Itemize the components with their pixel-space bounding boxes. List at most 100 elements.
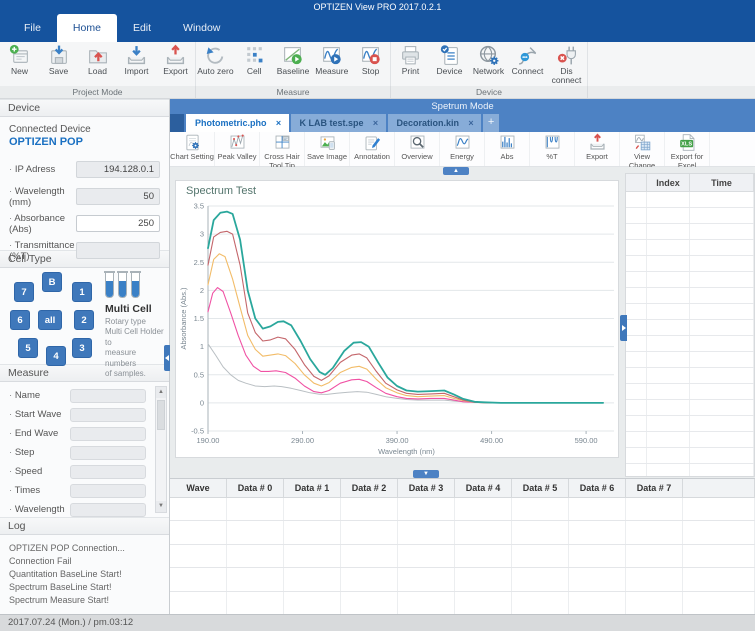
- scroll-down-icon[interactable]: ▼: [156, 501, 166, 512]
- table-row[interactable]: [626, 288, 754, 304]
- new-tab-button[interactable]: +: [483, 114, 499, 132]
- chart-tool-peak-valley[interactable]: Peak Valley: [215, 132, 260, 166]
- measure-field-start-wave[interactable]: [70, 408, 146, 422]
- field-transmittance-t[interactable]: [76, 242, 160, 259]
- ribbon-button-auto-zero[interactable]: Auto zero: [196, 42, 235, 86]
- table-row[interactable]: [170, 498, 755, 521]
- chart-tool-overview[interactable]: Overview: [395, 132, 440, 166]
- ribbon-group-device: PrintDeviceNetworkConnectDis connect: [391, 42, 588, 86]
- table-row[interactable]: [626, 240, 754, 256]
- table-cell: [170, 545, 227, 567]
- table-row[interactable]: [626, 384, 754, 400]
- ribbon-button-import[interactable]: Import: [117, 42, 156, 86]
- chart-tool-t[interactable]: %T: [530, 132, 575, 166]
- collapse-down-handle[interactable]: ▼: [413, 470, 439, 478]
- tab-photometric-pho[interactable]: Photometric.pho×: [186, 114, 289, 132]
- ribbon-button-device[interactable]: Device: [430, 42, 469, 86]
- table-row[interactable]: [626, 304, 754, 320]
- table-row[interactable]: [626, 432, 754, 448]
- table-cell: [626, 545, 683, 567]
- table-row[interactable]: [626, 192, 754, 208]
- cell-button-4[interactable]: 4: [46, 346, 66, 366]
- field-ip-adress[interactable]: 194.128.0.1: [76, 161, 160, 178]
- table-row[interactable]: [626, 464, 754, 477]
- table-row[interactable]: [626, 416, 754, 432]
- chart-tool-export[interactable]: Export: [575, 132, 620, 166]
- collapse-up-handle[interactable]: ▲: [443, 167, 469, 175]
- tab-scroll-button[interactable]: [170, 114, 184, 132]
- close-icon[interactable]: ×: [466, 118, 476, 128]
- table-cell: [626, 208, 647, 223]
- ribbon-button-dis-connect[interactable]: Dis connect: [547, 42, 586, 86]
- panel-collapse-handle[interactable]: [620, 315, 627, 341]
- ribbon-button-baseline[interactable]: Baseline: [274, 42, 313, 86]
- field-wavelength-mm[interactable]: 50: [76, 188, 160, 205]
- tab-k-lab-test-spe[interactable]: K LAB test.spe×: [291, 114, 386, 132]
- ribbon-button-export[interactable]: Export: [156, 42, 195, 86]
- table-row[interactable]: [170, 545, 755, 568]
- spectrum-chart[interactable]: -0.500.511.522.533.5190.00290.00390.0049…: [178, 201, 618, 457]
- measure-field-end-wave[interactable]: [70, 427, 146, 441]
- cell-button-all[interactable]: all: [38, 310, 62, 330]
- cell-button-7[interactable]: 7: [14, 282, 34, 302]
- measure-field-times[interactable]: [70, 484, 146, 498]
- measure-scrollbar[interactable]: ▲ ▼: [155, 386, 167, 513]
- ribbon-button-connect[interactable]: Connect: [508, 42, 547, 86]
- ribbon-button-cell[interactable]: Cell: [235, 42, 274, 86]
- chart-tool-chart-setting[interactable]: Chart Setting: [170, 132, 215, 166]
- menu-item-file[interactable]: File: [8, 14, 57, 42]
- scrollbar-thumb[interactable]: [157, 400, 165, 430]
- menu-item-window[interactable]: Window: [167, 14, 236, 42]
- table-row[interactable]: [626, 448, 754, 464]
- scroll-up-icon[interactable]: ▲: [156, 387, 166, 398]
- table-row[interactable]: [626, 352, 754, 368]
- table-row[interactable]: [626, 400, 754, 416]
- table-row[interactable]: [626, 368, 754, 384]
- table-row[interactable]: [170, 592, 755, 614]
- ribbon-button-print[interactable]: Print: [391, 42, 430, 86]
- index-time-panel[interactable]: IndexTime: [625, 173, 755, 477]
- cell-button-3[interactable]: 3: [72, 338, 92, 358]
- table-row[interactable]: [626, 320, 754, 336]
- ribbon-button-save[interactable]: Save: [39, 42, 78, 86]
- ribbon-button-stop[interactable]: Stop: [351, 42, 390, 86]
- chart-tool-annotation[interactable]: Annotation: [350, 132, 395, 166]
- menu-item-home[interactable]: Home: [57, 14, 117, 42]
- tab-decoration-kin[interactable]: Decoration.kin×: [388, 114, 482, 132]
- table-row[interactable]: [626, 272, 754, 288]
- chart-tool-cross-hair-tool-tip[interactable]: Cross Hair Tool Tip: [260, 132, 305, 166]
- cell-button-1[interactable]: 1: [72, 282, 92, 302]
- export-icon: [164, 43, 187, 67]
- chart-tool-export-for-excel[interactable]: XLSExport for Excel: [665, 132, 710, 166]
- chart-tool-energy[interactable]: Energy: [440, 132, 485, 166]
- chart-tool-save-image[interactable]: Save Image: [305, 132, 350, 166]
- cell-button-2[interactable]: 2: [74, 310, 94, 330]
- table-row[interactable]: [626, 256, 754, 272]
- table-row[interactable]: [170, 568, 755, 591]
- cell-button-5[interactable]: 5: [18, 338, 38, 358]
- wave-data-table[interactable]: WaveData # 0Data # 1Data # 2Data # 3Data…: [170, 478, 755, 614]
- measure-field-wavelength[interactable]: [70, 503, 146, 517]
- close-icon[interactable]: ×: [274, 118, 284, 128]
- cell-button-b[interactable]: B: [42, 272, 62, 292]
- table-row[interactable]: [170, 521, 755, 544]
- field-absorbance-abs[interactable]: 250: [76, 215, 160, 232]
- table-cell: [626, 448, 647, 463]
- measure-field-speed[interactable]: [70, 465, 146, 479]
- table-row[interactable]: [626, 208, 754, 224]
- chart-tool-view-change[interactable]: View Change: [620, 132, 665, 166]
- menu-item-edit[interactable]: Edit: [117, 14, 167, 42]
- table-row[interactable]: [626, 336, 754, 352]
- ribbon-button-label: Stop: [362, 67, 380, 76]
- ribbon-button-new[interactable]: New: [0, 42, 39, 86]
- close-icon[interactable]: ×: [371, 118, 381, 128]
- measure-field-name[interactable]: [70, 389, 146, 403]
- chart-tool-abs[interactable]: Abs: [485, 132, 530, 166]
- ribbon-button-measure[interactable]: Measure: [312, 42, 351, 86]
- table-cell: [690, 256, 754, 271]
- cell-button-6[interactable]: 6: [10, 310, 30, 330]
- table-row[interactable]: [626, 224, 754, 240]
- ribbon-button-network[interactable]: Network: [469, 42, 508, 86]
- ribbon-button-load[interactable]: Load: [78, 42, 117, 86]
- measure-field-step[interactable]: [70, 446, 146, 460]
